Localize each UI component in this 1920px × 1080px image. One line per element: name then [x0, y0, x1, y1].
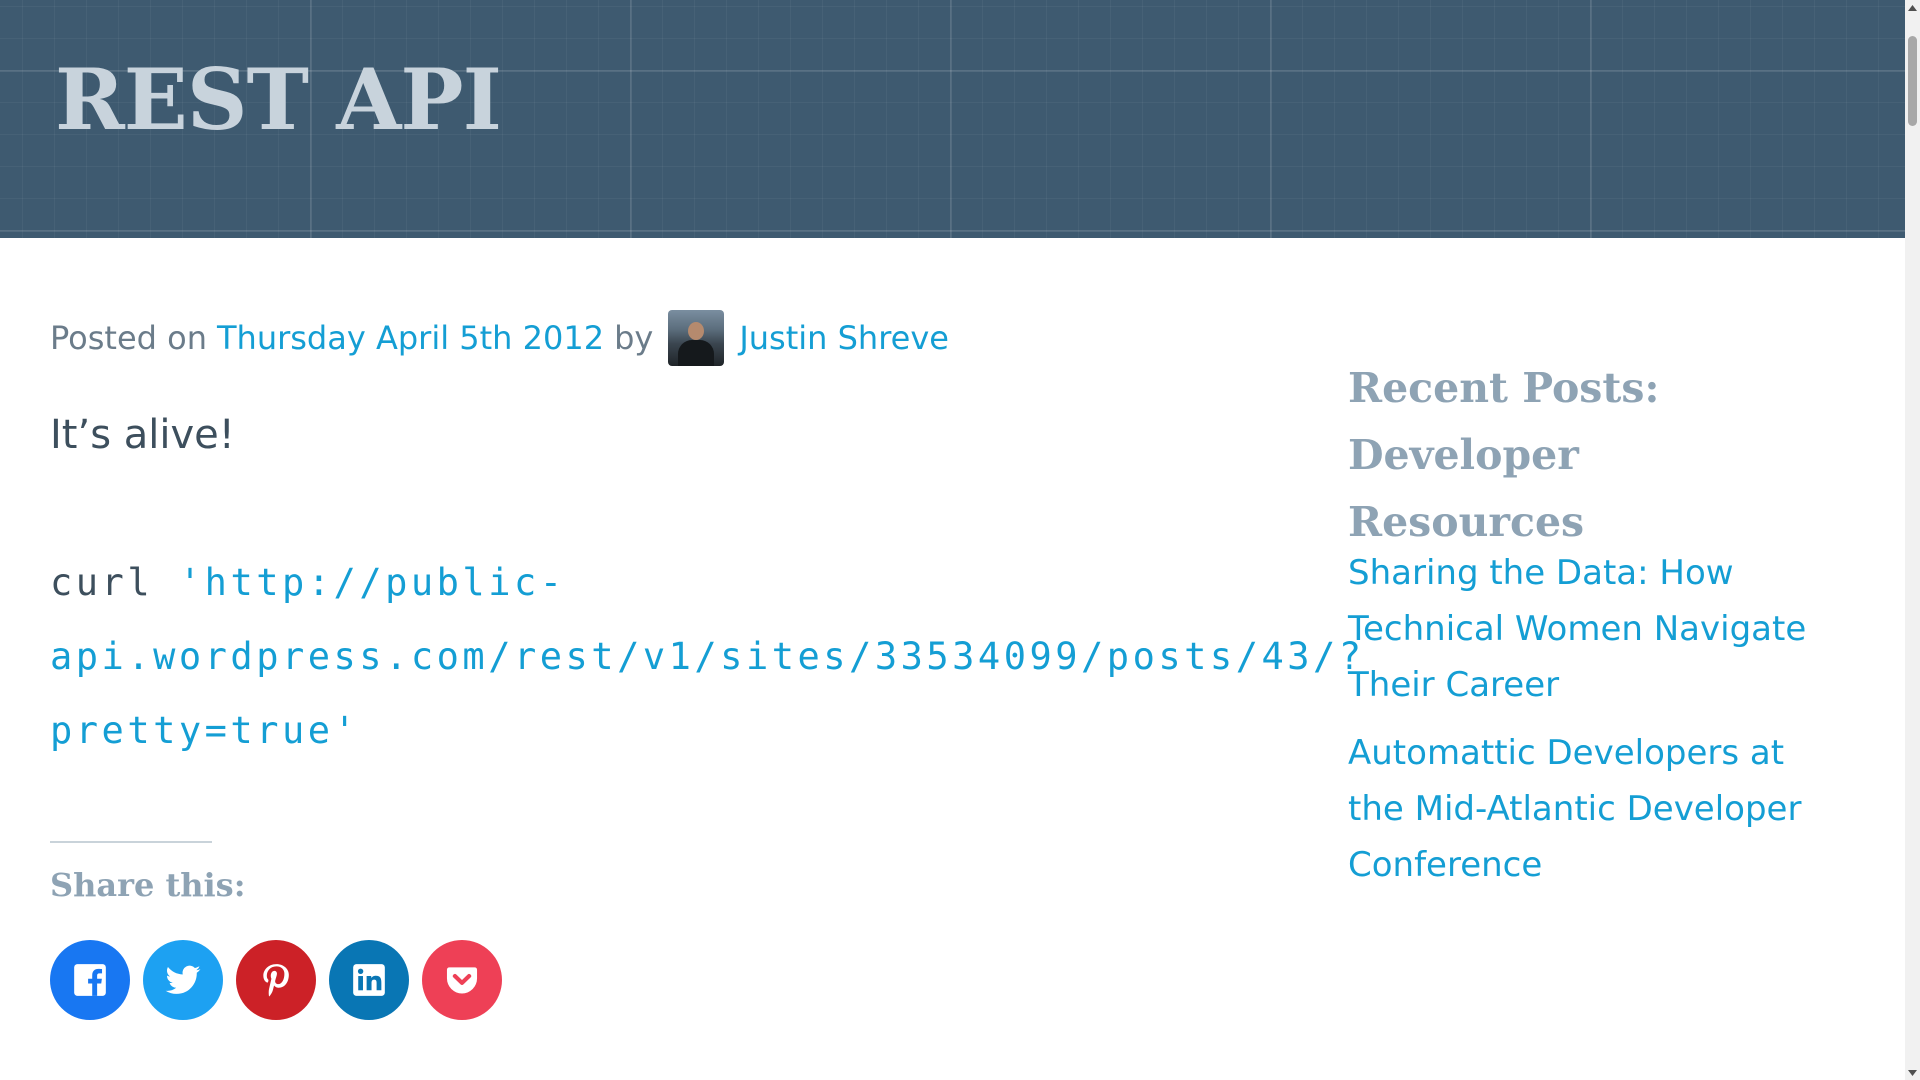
share-heading: Share this:	[50, 866, 246, 904]
recent-post-link[interactable]: Sharing the Data: How Technical Women Na…	[1348, 553, 1806, 705]
scrollbar-thumb[interactable]	[1908, 36, 1917, 126]
page-title: REST API	[55, 50, 502, 149]
post-intro: It’s alive!	[50, 412, 235, 458]
list-item: Sharing the Data: How Technical Women Na…	[1348, 545, 1818, 713]
pocket-icon	[446, 967, 478, 994]
scroll-up-arrow[interactable]	[1905, 0, 1920, 15]
page-header: REST API	[0, 0, 1905, 238]
chevron-down-icon	[1908, 1069, 1917, 1076]
page: REST API Posted on Thursday April 5th 20…	[0, 0, 1905, 1080]
post-date-link[interactable]: Thursday April 5th 2012	[217, 319, 604, 357]
share-buttons	[50, 940, 502, 1020]
code-block: curl 'http://public-api.wordpress.com/re…	[50, 546, 1361, 768]
code-url-string: 'http://public-api.wordpress.com/rest/v1…	[50, 561, 1365, 752]
share-divider	[50, 841, 212, 843]
pinterest-icon	[263, 964, 289, 997]
code-command: curl	[50, 561, 179, 604]
post-meta: Posted on Thursday April 5th 2012 by Jus…	[50, 308, 949, 368]
author-link[interactable]: Justin Shreve	[739, 319, 949, 357]
share-facebook-button[interactable]	[50, 940, 130, 1020]
recent-posts-heading: Recent Posts: Developer Resources	[1348, 364, 1660, 546]
facebook-icon	[74, 964, 106, 996]
share-twitter-button[interactable]	[143, 940, 223, 1020]
linkedin-icon	[353, 964, 385, 996]
by-label: by	[614, 319, 654, 357]
vertical-scrollbar[interactable]	[1905, 0, 1920, 1080]
scroll-down-arrow[interactable]	[1905, 1065, 1920, 1080]
share-linkedin-button[interactable]	[329, 940, 409, 1020]
share-pocket-button[interactable]	[422, 940, 502, 1020]
list-item: Automattic Developers at the Mid-Atlanti…	[1348, 725, 1818, 893]
posted-on-label: Posted on	[50, 319, 207, 357]
author-avatar[interactable]	[668, 310, 725, 366]
share-pinterest-button[interactable]	[236, 940, 316, 1020]
chevron-up-icon	[1908, 4, 1917, 11]
twitter-icon	[165, 965, 201, 994]
recent-posts-list: Sharing the Data: How Technical Women Na…	[1348, 545, 1818, 905]
recent-post-link[interactable]: Automattic Developers at the Mid-Atlanti…	[1348, 733, 1801, 885]
